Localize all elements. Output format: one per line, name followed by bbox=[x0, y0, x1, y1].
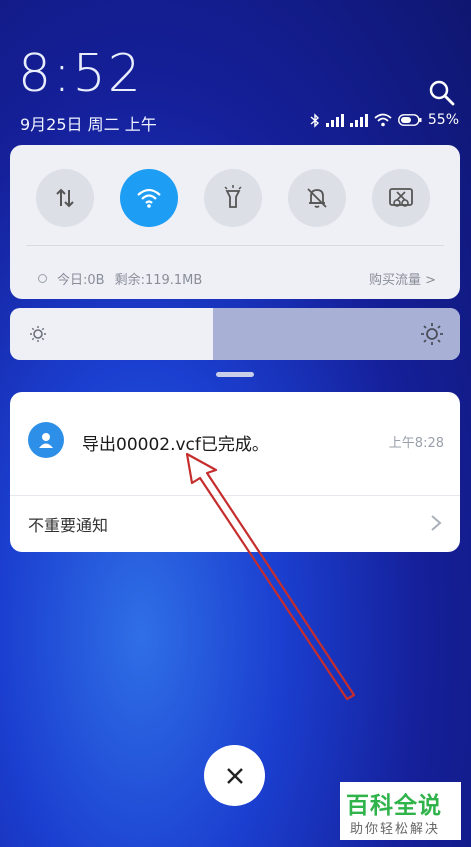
brightness-slider[interactable] bbox=[10, 308, 460, 360]
usage-indicator-icon bbox=[38, 274, 47, 283]
battery-percent: 55% bbox=[427, 112, 459, 128]
unimportant-notifications-label[interactable]: 不重要通知 bbox=[28, 512, 108, 536]
watermark-subtitle: 助你轻松解决 bbox=[350, 822, 441, 837]
notification-time: 上午8:28 bbox=[388, 436, 444, 451]
notification-card[interactable]: 导出00002.vcf已完成。 上午8:28 不重要通知 bbox=[10, 392, 460, 552]
brightness-low-icon bbox=[28, 324, 48, 348]
wifi-icon bbox=[137, 188, 161, 208]
chevron-right-icon[interactable] bbox=[430, 514, 442, 536]
watermark-title: 百科全说 bbox=[346, 793, 442, 819]
quick-settings-panel: 今日:0B 剩余:119.1MB 购买流量 > bbox=[10, 145, 460, 299]
mute-toggle[interactable] bbox=[288, 169, 346, 227]
divider bbox=[26, 245, 444, 246]
today-usage: 今日:0B bbox=[57, 273, 105, 288]
wifi-toggle[interactable] bbox=[120, 169, 178, 227]
drag-handle[interactable] bbox=[216, 372, 254, 377]
search-icon[interactable] bbox=[428, 79, 456, 107]
bell-off-icon bbox=[307, 188, 327, 208]
contact-icon bbox=[28, 422, 64, 458]
data-usage-info: 今日:0B 剩余:119.1MB bbox=[38, 269, 202, 288]
data-toggle[interactable] bbox=[36, 169, 94, 227]
buy-data-link[interactable]: 购买流量 > bbox=[369, 269, 436, 288]
notification-title: 导出00002.vcf已完成。 bbox=[82, 435, 269, 455]
screenshot-icon bbox=[389, 188, 413, 207]
data-transfer-icon bbox=[56, 188, 74, 208]
status-bar: 55% bbox=[310, 112, 459, 128]
date-label: 9月25日 周二 上午 bbox=[20, 115, 157, 134]
signal-icon-2 bbox=[349, 113, 368, 127]
brightness-high-icon bbox=[420, 322, 444, 350]
close-button[interactable] bbox=[204, 745, 265, 806]
signal-icon bbox=[325, 113, 344, 127]
divider bbox=[10, 495, 460, 496]
battery-icon bbox=[397, 114, 422, 126]
wifi-status-icon bbox=[374, 113, 392, 127]
bluetooth-icon bbox=[310, 112, 320, 128]
screenshot-toggle[interactable] bbox=[372, 169, 430, 227]
clock: 8:52 bbox=[18, 44, 143, 104]
flashlight-icon bbox=[224, 185, 242, 208]
close-icon bbox=[226, 767, 243, 784]
flashlight-toggle[interactable] bbox=[204, 169, 262, 227]
remaining-data: 剩余:119.1MB bbox=[114, 273, 203, 288]
watermark-logo: 百科全说 助你轻松解决 bbox=[340, 782, 461, 840]
